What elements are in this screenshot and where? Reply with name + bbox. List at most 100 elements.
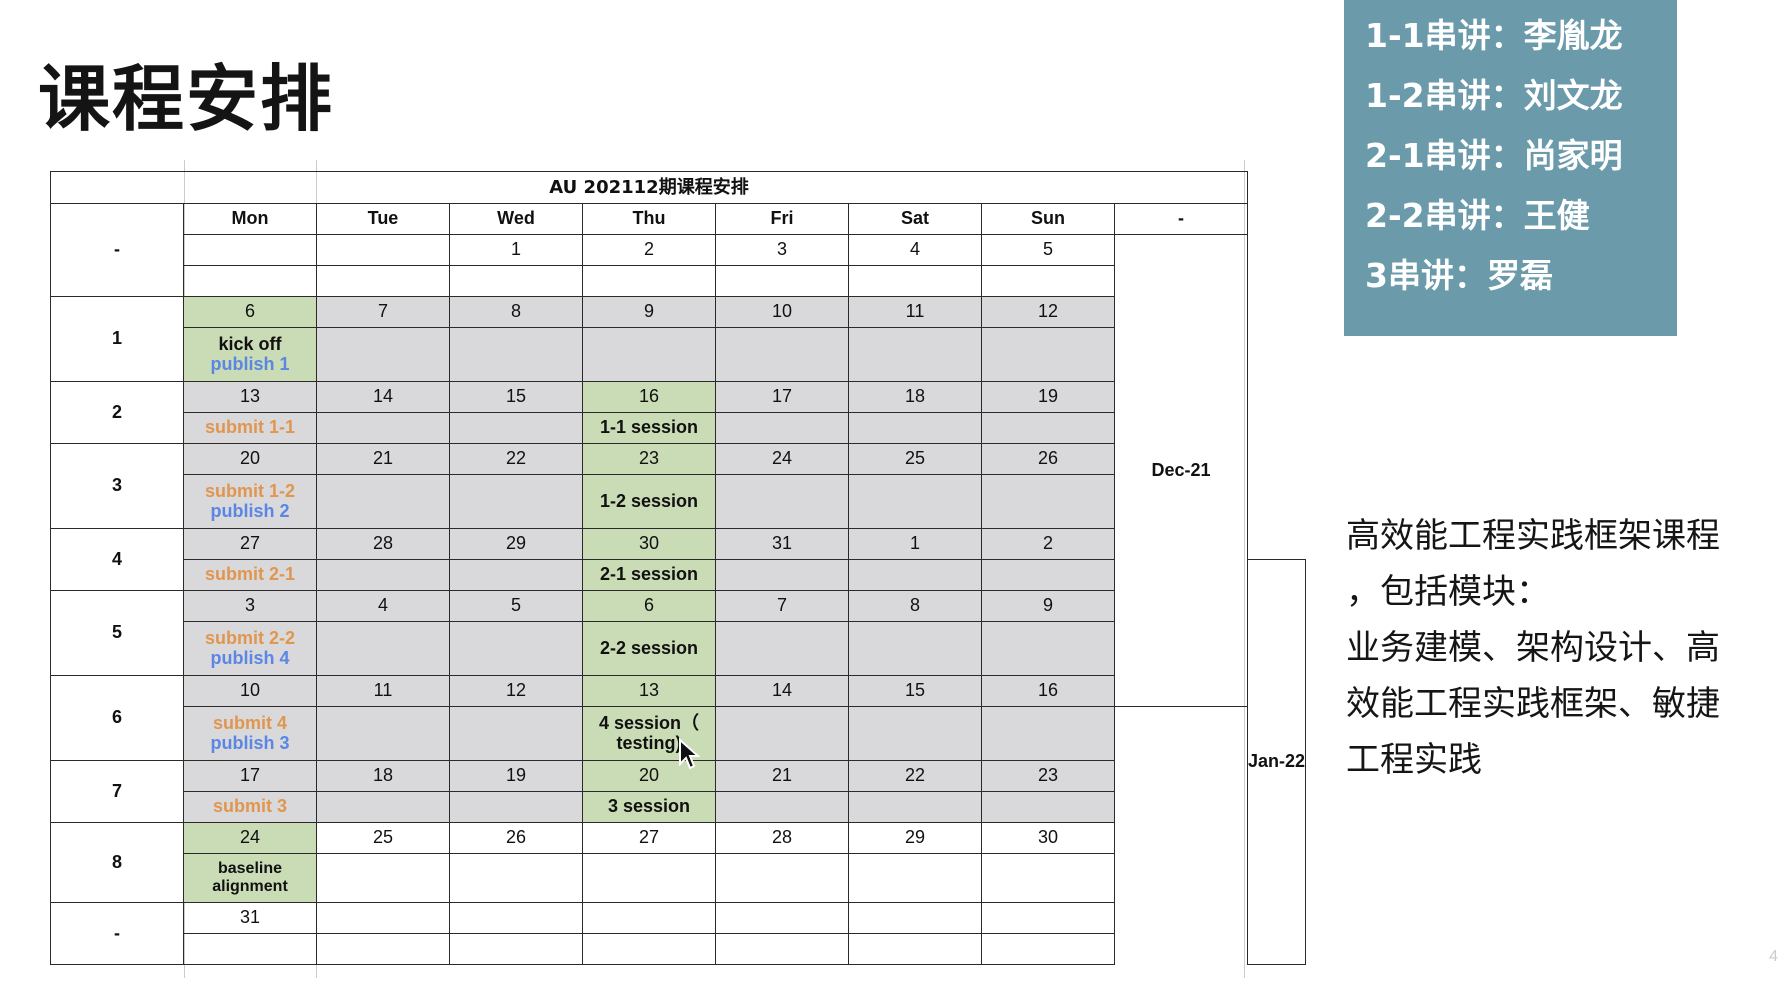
date-cell: 7 [715,590,849,622]
event-cell [582,853,716,903]
date-cell: 27 [183,528,317,560]
date-cell: 16 [981,675,1115,707]
date-cell: 30 [981,822,1115,854]
date-cell: 7 [316,296,450,328]
date-cell: 15 [848,675,982,707]
week-label: 4 [50,528,184,591]
event-publish: publish 3 [210,732,290,753]
event-cell: baseline alignment [183,853,317,903]
date-cell: 10 [715,296,849,328]
event-cell [981,474,1115,529]
event-session: 1-2 session [599,490,699,511]
event-cell [316,706,450,761]
date-cell: 5 [449,590,583,622]
date-cell: 19 [981,381,1115,413]
date-cell: 27 [582,822,716,854]
date-cell: 13 [183,381,317,413]
date-cell: 4 [316,590,450,622]
date-cell: 30 [582,528,716,560]
event-kickoff: kick off [218,333,282,354]
event-cell [715,559,849,591]
date-cell: 21 [715,760,849,792]
event-cell [715,412,849,444]
event-cell [449,933,583,965]
date-cell: 6 [183,296,317,328]
event-cell [848,327,982,382]
event-cell: submit 2-2 publish 4 [183,621,317,676]
date-cell: 31 [183,902,317,934]
date-cell: 31 [715,528,849,560]
presenter-item: 3串讲：罗磊 [1365,256,1553,295]
date-cell: 25 [848,443,982,475]
event-cell [449,474,583,529]
day-header-thu: Thu [582,203,716,235]
date-cell [316,234,450,266]
event-cell [316,265,450,297]
event-cell [981,327,1115,382]
event-cell: submit 4 publish 3 [183,706,317,761]
date-cell [449,902,583,934]
date-cell: 22 [449,443,583,475]
date-cell: 9 [582,296,716,328]
event-cell: submit 3 [183,791,317,823]
event-cell [981,265,1115,297]
month-header: - [1114,203,1248,235]
description-line: 效能工程实践框架、敏捷 [1346,684,1720,724]
date-cell: 11 [848,296,982,328]
date-cell: 14 [715,675,849,707]
event-cell [582,265,716,297]
date-cell: 15 [449,381,583,413]
day-header-fri: Fri [715,203,849,235]
event-cell [316,621,450,676]
course-schedule-table: AU 202112期课程安排 - Mon Tue Wed Thu Fri Sat… [50,171,1307,965]
event-session: 2-1 session [599,564,699,585]
event-submit: submit 1-1 [204,417,296,438]
date-cell: 19 [449,760,583,792]
event-cell [449,327,583,382]
date-cell [715,902,849,934]
date-cell: 25 [316,822,450,854]
date-cell: 6 [582,590,716,622]
event-cell [715,791,849,823]
event-baseline: baseline [217,860,283,878]
day-header-sun: Sun [981,203,1115,235]
date-cell: 4 [848,234,982,266]
event-cell [316,327,450,382]
month-label-jan: Jan-22 [1246,559,1307,965]
date-cell [848,902,982,934]
presenter-panel: 1-1串讲：李胤龙 1-2串讲：刘文龙 2-1串讲：尚家明 2-2串讲：王健 3… [1344,0,1677,336]
event-cell: submit 2-1 [183,559,317,591]
date-cell: 24 [183,822,317,854]
event-cell: submit 1-1 [183,412,317,444]
presenter-item: 2-2串讲：王健 [1365,196,1590,235]
week-label: 2 [50,381,184,444]
event-cell: 1-1 session [582,412,716,444]
date-cell: 16 [582,381,716,413]
event-cell [316,559,450,591]
date-cell [981,902,1115,934]
week-label: 6 [50,675,184,761]
date-cell: 3 [715,234,849,266]
date-cell: 2 [582,234,716,266]
week-label: - [50,902,184,965]
date-cell: 28 [715,822,849,854]
event-cell [316,412,450,444]
date-cell: 8 [848,590,982,622]
event-cell [981,559,1115,591]
week-label: 3 [50,443,184,529]
week-label: 5 [50,590,184,676]
event-cell [316,853,450,903]
mouse-cursor-icon [679,738,700,770]
event-cell [848,559,982,591]
event-cell [715,853,849,903]
event-cell: 2-1 session [582,559,716,591]
event-cell: 1-2 session [582,474,716,529]
presenter-item: 1-2串讲：刘文龙 [1365,76,1623,115]
schedule-title: AU 202112期课程安排 [50,171,1248,204]
month-label-dec: Dec-21 [1114,234,1248,707]
event-cell: 3 session [582,791,716,823]
event-cell [981,853,1115,903]
date-cell: 29 [848,822,982,854]
event-cell [183,265,317,297]
event-publish: publish 4 [210,647,290,668]
